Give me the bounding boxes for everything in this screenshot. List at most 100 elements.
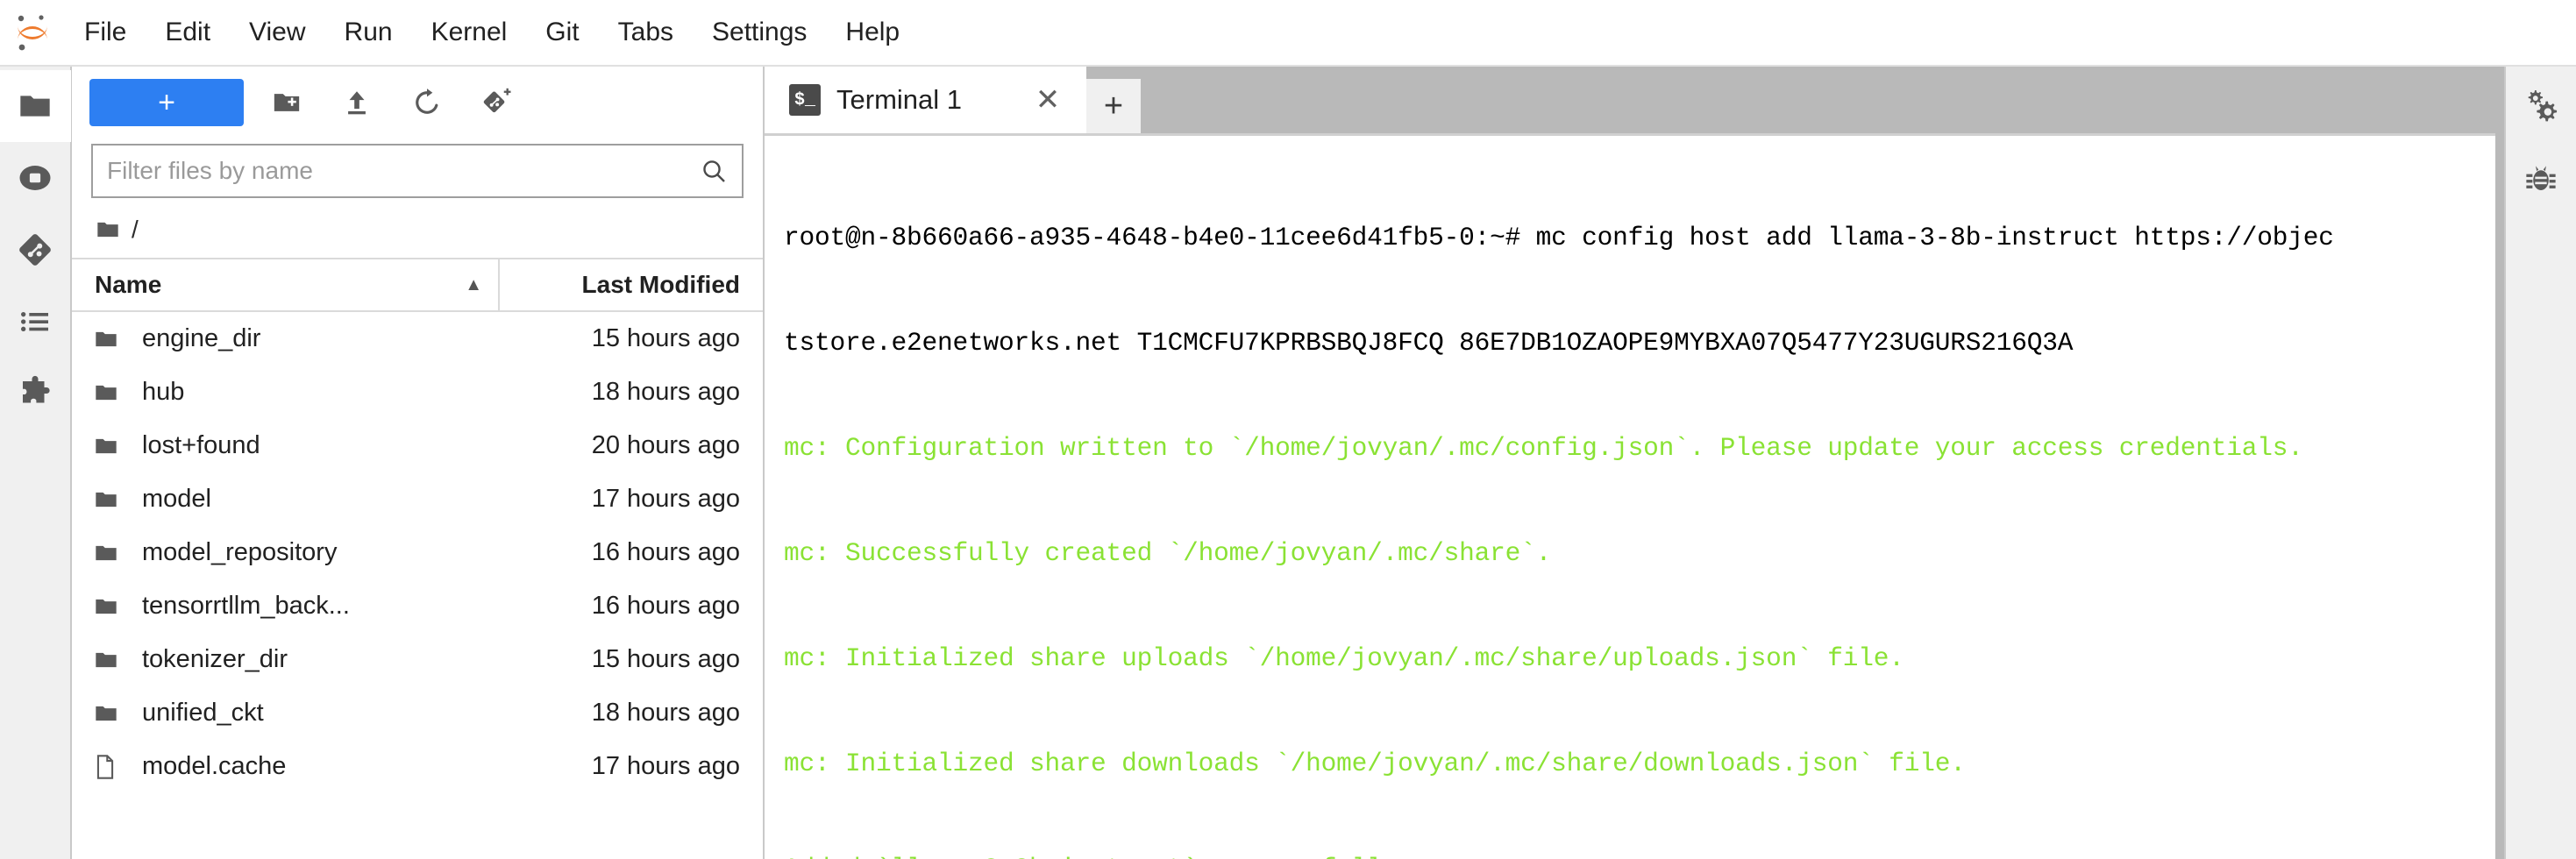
dock-area: $_ Terminal 1 ✕ + root@n-8b660a66-a935-4… (765, 67, 2495, 859)
list-item[interactable]: model_repository 16 hours ago (72, 526, 763, 579)
terminal-scrollbar[interactable] (2473, 136, 2495, 859)
file-list-header: Name ▲ Last Modified (72, 258, 763, 312)
file-list: engine_dir 15 hours ago hub 18 hours ago… (72, 312, 763, 859)
list-item-name: model (142, 485, 211, 513)
list-item-name: tensorrtllm_back... (142, 592, 350, 620)
list-item-modified: 15 hours ago (591, 324, 740, 352)
terminal-line: mc: Successfully created `/home/jovyan/.… (784, 538, 1552, 568)
terminal-line: tstore.e2enetworks.net T1CMCFU7KPRBSBQJ8… (784, 328, 2074, 358)
breadcrumb[interactable]: / (72, 207, 763, 258)
property-inspector-gears-icon (2528, 90, 2558, 122)
menu-bar: File Edit View Run Kernel Git Tabs Setti… (0, 0, 2576, 67)
upload-icon (348, 91, 366, 115)
folder-icon (72, 648, 126, 672)
upload-files-button[interactable] (330, 78, 384, 127)
sidebar-item-property-inspector[interactable] (2505, 70, 2576, 142)
right-sidebar-rail (2504, 67, 2576, 859)
file-browser-panel: + Filter files by name / Name ▲ Last Mod… (72, 67, 765, 859)
new-launcher-button[interactable]: + (89, 79, 244, 126)
folder-icon (72, 487, 126, 512)
git-icon (19, 234, 51, 266)
folder-icon (72, 380, 126, 405)
list-item-name: engine_dir (142, 324, 261, 352)
sidebar-item-running-terminals[interactable] (0, 142, 71, 214)
menu-item-edit[interactable]: Edit (146, 12, 230, 53)
dock-right-gap (2495, 67, 2504, 859)
close-icon[interactable]: ✕ (1030, 82, 1065, 117)
file-icon (72, 754, 126, 780)
list-item[interactable]: lost+found 20 hours ago (72, 419, 763, 472)
tab-terminal-1[interactable]: $_ Terminal 1 ✕ (765, 67, 1086, 133)
list-item-name: model_repository (142, 538, 338, 566)
tab-bar: $_ Terminal 1 ✕ + (765, 67, 2495, 133)
list-item[interactable]: unified_ckt 18 hours ago (72, 686, 763, 740)
git-clone-button[interactable] (470, 78, 524, 127)
terminal-line: mc: Initialized share downloads `/home/j… (784, 749, 1966, 778)
list-item-modified: 16 hours ago (591, 538, 740, 566)
sidebar-item-extension-manager[interactable] (0, 358, 71, 430)
file-filter-box[interactable] (91, 144, 744, 198)
refresh-icon (416, 89, 438, 114)
folder-icon (72, 327, 126, 351)
terminal-icon: $_ (789, 84, 821, 116)
column-header-last-modified[interactable]: Last Modified (500, 271, 763, 299)
breadcrumb-path: / (132, 216, 139, 243)
menu-item-git[interactable]: Git (526, 12, 598, 53)
list-item-modified: 15 hours ago (591, 645, 740, 673)
file-browser-toolbar: + (72, 67, 763, 138)
list-item[interactable]: model.cache 17 hours ago (72, 740, 763, 793)
list-item-modified: 17 hours ago (591, 485, 740, 513)
list-item[interactable]: engine_dir 15 hours ago (72, 312, 763, 366)
search-icon (703, 160, 725, 182)
list-item-name: hub (142, 378, 185, 406)
sidebar-item-table-of-contents[interactable] (0, 286, 71, 358)
column-header-name-label: Name (95, 271, 162, 298)
list-item-name: lost+found (142, 431, 260, 459)
menu-items: File Edit View Run Kernel Git Tabs Setti… (65, 12, 919, 53)
folder-icon (72, 541, 126, 565)
menu-item-file[interactable]: File (65, 12, 146, 53)
list-item-name: model.cache (142, 752, 287, 780)
list-item-name: tokenizer_dir (142, 645, 288, 673)
list-item-modified: 17 hours ago (591, 752, 740, 780)
new-folder-icon (274, 94, 300, 111)
menu-item-kernel[interactable]: Kernel (412, 12, 527, 53)
sidebar-item-debugger[interactable] (2505, 142, 2576, 214)
list-item-name: unified_ckt (142, 699, 264, 727)
menu-item-settings[interactable]: Settings (693, 12, 826, 53)
debugger-bug-icon (2526, 166, 2556, 190)
list-item-modified: 18 hours ago (591, 699, 740, 727)
list-item[interactable]: hub 18 hours ago (72, 366, 763, 419)
menu-item-help[interactable]: Help (826, 12, 919, 53)
extension-puzzle-icon (23, 375, 50, 403)
list-item-modified: 20 hours ago (591, 431, 740, 459)
refresh-file-list-button[interactable] (400, 78, 454, 127)
list-item-modified: 16 hours ago (591, 592, 740, 620)
add-tab-button[interactable]: + (1086, 79, 1141, 133)
file-filter-wrapper (72, 138, 763, 207)
folder-icon (20, 96, 50, 117)
jupyter-logo-icon (0, 0, 65, 66)
terminal-line: Added `llama-3-8b-instruct` successfully… (784, 851, 2473, 859)
column-header-name[interactable]: Name ▲ (72, 259, 500, 310)
folder-icon (97, 222, 118, 238)
new-folder-button[interactable] (260, 78, 314, 127)
search-input[interactable] (107, 157, 700, 185)
running-sessions-icon (19, 166, 51, 190)
list-item[interactable]: model 17 hours ago (72, 472, 763, 526)
terminal-panel[interactable]: root@n-8b660a66-a935-4648-b4e0-11cee6d41… (765, 133, 2495, 859)
sidebar-item-file-browser[interactable] (0, 70, 71, 142)
sidebar-item-git[interactable] (0, 214, 71, 286)
list-item-modified: 18 hours ago (591, 378, 740, 406)
list-item[interactable]: tokenizer_dir 15 hours ago (72, 633, 763, 686)
menu-item-run[interactable]: Run (325, 12, 412, 53)
menu-item-view[interactable]: View (230, 12, 324, 53)
folder-icon (72, 434, 126, 458)
menu-item-tabs[interactable]: Tabs (599, 12, 693, 53)
terminal-line: mc: Configuration written to `/home/jovy… (784, 433, 2303, 463)
terminal-line: root@n-8b660a66-a935-4648-b4e0-11cee6d41… (784, 223, 2334, 252)
folder-icon (72, 701, 126, 726)
terminal-output[interactable]: root@n-8b660a66-a935-4648-b4e0-11cee6d41… (765, 136, 2473, 859)
left-sidebar-rail (0, 67, 72, 859)
list-item[interactable]: tensorrtllm_back... 16 hours ago (72, 579, 763, 633)
